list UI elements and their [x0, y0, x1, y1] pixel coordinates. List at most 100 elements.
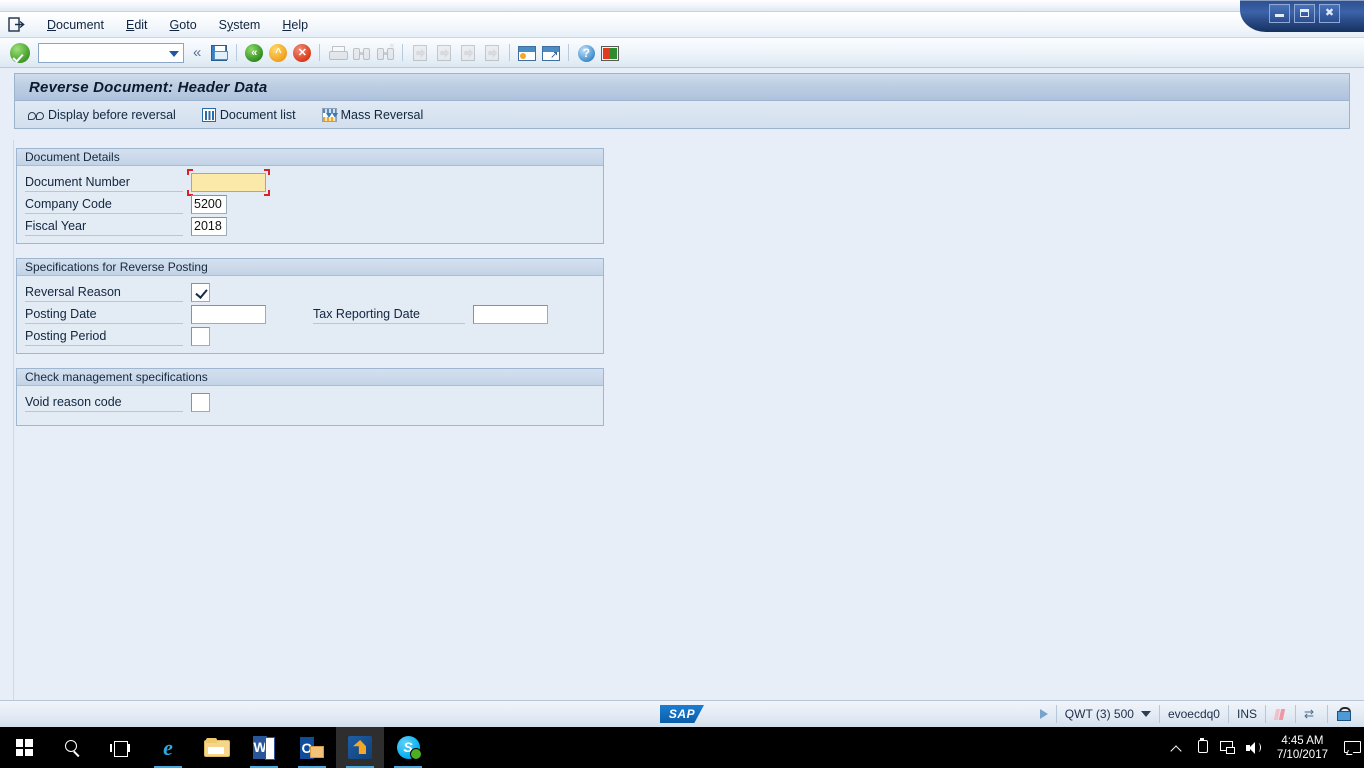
back-icon[interactable]: «: [243, 42, 265, 64]
label-reversal-reason: Reversal Reason: [25, 283, 183, 302]
status-system[interactable]: QWT (3) 500: [1055, 705, 1159, 723]
status-lock-indicator[interactable]: [1327, 705, 1358, 723]
find-next-icon: [374, 42, 396, 64]
skype-icon: [396, 736, 422, 760]
display-before-reversal-label: Display before reversal: [48, 107, 176, 122]
status-system-label: QWT (3) 500: [1064, 707, 1134, 721]
sap-logo: SAP: [660, 705, 704, 723]
outlook-button[interactable]: [288, 727, 336, 768]
document-number-focus-wrap: [187, 168, 270, 196]
label-posting-period: Posting Period: [25, 327, 183, 346]
status-expand-button[interactable]: [1032, 705, 1056, 723]
screen-canvas: Document Details Document Number Company…: [0, 140, 1364, 700]
notifications-icon: [1343, 741, 1361, 754]
chevron-down-icon[interactable]: [1140, 711, 1151, 717]
sap-gui-window: ✖ DDocumentocument Edit Goto System Help: [0, 0, 1364, 727]
notifications-button[interactable]: [1338, 727, 1364, 768]
usb-button[interactable]: [1189, 727, 1215, 768]
folder-icon: [204, 738, 230, 757]
clock[interactable]: 4:45 AM 7/10/2017: [1267, 734, 1338, 762]
window-controls: ✖: [1240, 0, 1364, 36]
label-void-reason-code: Void reason code: [25, 393, 183, 412]
enter-icon[interactable]: [10, 42, 30, 63]
application-toolbar: Display before reversal Document list Ma…: [14, 101, 1350, 129]
posting-period-input[interactable]: [191, 326, 210, 346]
show-hidden-icons-button[interactable]: [1163, 727, 1189, 768]
display-before-reversal-button[interactable]: Display before reversal: [25, 106, 179, 124]
command-field[interactable]: [38, 42, 184, 63]
close-button[interactable]: ✖: [1319, 4, 1340, 23]
status-bars-icon: [1274, 708, 1287, 721]
minimize-button[interactable]: [1269, 4, 1290, 23]
close-icon: ✖: [1324, 7, 1335, 19]
exit-icon[interactable]: ^: [267, 42, 289, 64]
outlook-icon: [300, 736, 324, 759]
save-icon[interactable]: [208, 42, 230, 64]
status-transfer-indicator: ⇄: [1295, 705, 1327, 723]
label-fiscal-year: Fiscal Year: [25, 217, 183, 236]
group-document-details-body: Document Number Company Code 5200 Fiscal…: [17, 166, 603, 244]
mass-reversal-icon: [321, 107, 338, 122]
menu-bar: DDocumentocument Edit Goto System Help: [0, 12, 1364, 38]
document-number-input[interactable]: [191, 172, 266, 192]
volume-icon: [1246, 741, 1262, 755]
network-button[interactable]: [1215, 727, 1241, 768]
cancel-icon[interactable]: ✕: [291, 42, 313, 64]
toolbar-separator: [568, 44, 570, 61]
minimize-icon: [1275, 14, 1284, 17]
word-button[interactable]: [240, 727, 288, 768]
menu-document[interactable]: DDocumentocument: [36, 15, 115, 35]
chevron-down-icon[interactable]: [169, 50, 179, 57]
glasses-icon: [28, 108, 44, 121]
tax-reporting-date-input[interactable]: [473, 304, 548, 324]
mass-reversal-button[interactable]: Mass Reversal: [319, 106, 427, 124]
menu-system[interactable]: System: [208, 15, 272, 35]
sap-icon: [348, 736, 372, 759]
print-icon: [326, 42, 348, 64]
create-shortcut-icon[interactable]: ↗: [540, 42, 562, 64]
document-list-button[interactable]: Document list: [199, 106, 299, 124]
status-insert-mode[interactable]: INS: [1227, 705, 1265, 723]
label-company-code: Company Code: [25, 195, 183, 214]
sap-logon-button[interactable]: [336, 727, 384, 768]
system-menu-icon[interactable]: [8, 16, 26, 33]
group-check-management-title: Check management specifications: [17, 369, 603, 386]
volume-button[interactable]: [1241, 727, 1267, 768]
fiscal-year-input[interactable]: [191, 216, 227, 236]
skype-button[interactable]: [384, 727, 432, 768]
windows-logo-icon: [15, 739, 33, 756]
void-reason-code-input[interactable]: [191, 392, 210, 412]
group-check-management: Check management specifications Void rea…: [16, 368, 604, 426]
document-list-icon: [201, 107, 216, 122]
restore-icon: [1300, 9, 1309, 17]
menu-help[interactable]: Help: [271, 15, 319, 35]
page-title: Reverse Document: Header Data: [14, 73, 1350, 101]
posting-date-input[interactable]: [191, 304, 266, 324]
previous-page-icon: [433, 42, 455, 64]
menu-edit[interactable]: Edit: [115, 15, 159, 35]
task-view-button[interactable]: [96, 727, 144, 768]
help-icon[interactable]: [575, 42, 597, 64]
start-button[interactable]: [0, 727, 48, 768]
create-session-icon[interactable]: [516, 42, 538, 64]
reversal-reason-input[interactable]: [191, 282, 210, 302]
group-reverse-posting-title: Specifications for Reverse Posting: [17, 259, 603, 276]
status-server: evoecdq0: [1158, 705, 1228, 723]
command-input[interactable]: [39, 43, 163, 62]
first-page-icon: [409, 42, 431, 64]
system-tray: 4:45 AM 7/10/2017: [1163, 727, 1364, 768]
company-code-input[interactable]: [191, 194, 227, 214]
group-reverse-posting: Specifications for Reverse Posting Rever…: [16, 258, 604, 354]
layout-menu-icon[interactable]: [599, 42, 621, 64]
status-server-label: evoecdq0: [1167, 707, 1220, 721]
canvas-left-rail: [0, 140, 14, 700]
maximize-restore-button[interactable]: [1294, 4, 1315, 23]
label-tax-reporting-date: Tax Reporting Date: [313, 305, 465, 324]
toolbar-collapse-icon[interactable]: «: [188, 45, 206, 60]
screen-root: ✖ DDocumentocument Edit Goto System Help: [0, 0, 1364, 768]
edge-button[interactable]: e: [144, 727, 192, 768]
search-button[interactable]: [48, 727, 96, 768]
menu-goto[interactable]: Goto: [159, 15, 208, 35]
status-bar-right: QWT (3) 500 evoecdq0 INS ⇄: [1032, 705, 1358, 723]
file-explorer-button[interactable]: [192, 727, 240, 768]
